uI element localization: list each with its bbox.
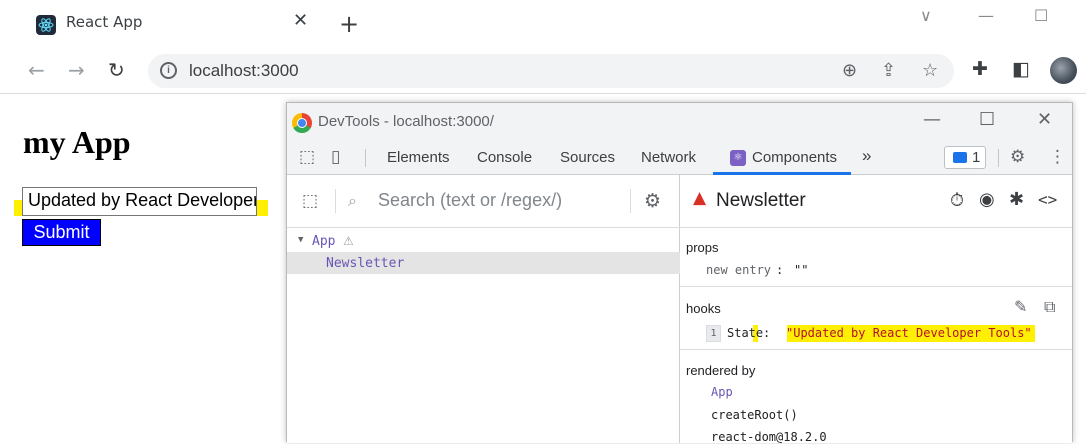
tab-console[interactable]: Console — [477, 149, 532, 166]
more-tabs-icon[interactable]: » — [862, 146, 871, 166]
tree-item-label: App — [312, 234, 336, 249]
tab-search-icon[interactable]: ∨ — [920, 6, 932, 25]
rendered-by-root: createRoot() — [711, 408, 798, 422]
share-icon[interactable]: ⇪ — [881, 60, 896, 81]
devtools-maximize-icon[interactable]: ☐ — [979, 109, 995, 130]
rendered-by-react-dom: react-dom@18.2.0 — [711, 430, 827, 444]
selected-component-name: Newsletter — [716, 190, 806, 211]
tree-search-input[interactable]: Search (text or /regex/) — [378, 190, 562, 211]
issues-count: 1 — [972, 149, 981, 166]
tree-settings-icon[interactable]: ⚙ — [644, 190, 661, 212]
address-bar[interactable]: i localhost:3000 ⊕ ⇪ ☆ — [148, 54, 954, 88]
issues-counter-button[interactable]: 1 — [944, 146, 986, 169]
inspector-header: ▲ Newsletter ⏱ ◉ ✱ <> — [680, 175, 1072, 228]
devtools-titlebar: DevTools - localhost:3000/ — ☐ ✕ — [287, 103, 1072, 141]
maximize-icon[interactable]: ☐ — [1034, 6, 1048, 25]
forward-icon[interactable]: → — [68, 58, 85, 82]
devtools-settings-icon[interactable]: ⚙ — [1010, 147, 1025, 167]
hooks-title: hooks — [686, 301, 721, 316]
back-icon[interactable]: ← — [28, 58, 45, 82]
bookmark-star-icon[interactable]: ☆ — [922, 60, 938, 81]
components-react-icon: ⚛ — [730, 150, 746, 166]
devtools-minimize-icon[interactable]: — — [923, 109, 941, 130]
props-title: props — [686, 240, 719, 255]
page-title: my App — [23, 124, 131, 160]
component-inspector-pane: ▲ Newsletter ⏱ ◉ ✱ <> props new entry : … — [680, 175, 1072, 444]
toolbar-divider — [365, 149, 366, 167]
view-source-icon[interactable]: <> — [1038, 190, 1057, 209]
tab-elements[interactable]: Elements — [387, 149, 450, 166]
zoom-icon[interactable]: ⊕ — [842, 60, 857, 81]
prop-colon: : — [776, 263, 784, 277]
new-tab-button[interactable]: + — [339, 12, 359, 36]
inspect-dom-eye-icon[interactable]: ◉ — [979, 189, 995, 210]
hooks-section: hooks ✎ ⧉ 1 State : "Updated by React De… — [680, 287, 1072, 350]
parse-hooks-wand-icon[interactable]: ✎ — [1014, 297, 1027, 316]
tab-sources[interactable]: Sources — [560, 149, 615, 166]
suspend-timer-icon[interactable]: ⏱ — [950, 190, 964, 211]
prop-key: new entry — [706, 263, 772, 277]
devtools-window: DevTools - localhost:3000/ — ☐ ✕ ⬚ ▯ Ele… — [286, 102, 1073, 444]
tree-item-newsletter[interactable]: Newsletter — [287, 252, 680, 274]
side-panel-icon[interactable]: ◧ — [1012, 58, 1030, 80]
component-tree-pane: ⬚ ⌕ Search (text or /regex/) ⚙ ▼ App ⚠ N… — [287, 175, 680, 443]
tree-search-bar: ⬚ ⌕ Search (text or /regex/) ⚙ — [287, 175, 680, 228]
browser-tab-react-app[interactable]: React App ✕ — [14, 6, 322, 49]
device-toolbar-icon[interactable]: ▯ — [331, 147, 340, 167]
devtools-toolbar: ⬚ ▯ Elements Console Sources Network ⚛ C… — [287, 141, 1072, 175]
more-options-icon[interactable]: ⋮ — [1049, 147, 1066, 167]
submit-button[interactable]: Submit — [22, 219, 101, 246]
profile-avatar[interactable] — [1050, 57, 1077, 84]
hook-index-badge: 1 — [706, 325, 721, 342]
tab-strip: React App ✕ + ∨ — ☐ — [0, 0, 1086, 49]
react-favicon-icon — [36, 15, 56, 35]
tree-item-label: Newsletter — [326, 256, 405, 271]
toolbar: ← → ↻ i localhost:3000 ⊕ ⇪ ☆ ✚ ◧ — [0, 48, 1086, 94]
extensions-puzzle-icon[interactable]: ✚ — [972, 58, 988, 80]
rendered-by-title: rendered by — [686, 363, 756, 378]
hook-colon: : — [763, 326, 771, 340]
tab-components[interactable]: Components — [752, 149, 837, 166]
warning-icon: ⚠ — [343, 234, 354, 248]
copy-icon[interactable]: ⧉ — [1044, 297, 1055, 317]
rendered-by-section: rendered by App createRoot() react-dom@1… — [680, 350, 1072, 444]
error-warning-icon: ▲ — [693, 188, 707, 208]
inspect-element-icon[interactable]: ⬚ — [299, 147, 315, 167]
toolbar-divider — [998, 149, 999, 167]
chrome-logo-icon — [292, 113, 312, 133]
search-icon: ⌕ — [348, 191, 357, 210]
log-bug-icon[interactable]: ✱ — [1009, 189, 1024, 210]
devtools-title: DevTools - localhost:3000/ — [318, 113, 494, 130]
rendered-by-app-link[interactable]: App — [711, 385, 733, 399]
issues-message-icon — [953, 152, 967, 163]
expand-arrow-icon[interactable]: ▼ — [298, 235, 303, 245]
search-divider — [335, 189, 336, 213]
tab-title: React App — [66, 13, 143, 31]
entry-input[interactable]: Updated by React Developer Tools — [22, 187, 257, 216]
url-text[interactable]: localhost:3000 — [189, 61, 299, 81]
reload-icon[interactable]: ↻ — [108, 58, 125, 82]
tab-close-icon[interactable]: ✕ — [293, 10, 308, 31]
site-info-icon[interactable]: i — [160, 62, 177, 79]
props-section: props new entry : "" — [680, 228, 1072, 287]
tree-item-app[interactable]: ▼ App ⚠ — [287, 232, 680, 252]
search-divider — [630, 189, 631, 213]
hook-name: State — [727, 326, 764, 340]
minimize-icon[interactable]: — — [978, 6, 994, 25]
prop-value[interactable]: "" — [794, 263, 808, 277]
tab-network[interactable]: Network — [641, 149, 696, 166]
devtools-close-icon[interactable]: ✕ — [1037, 109, 1052, 130]
select-component-icon[interactable]: ⬚ — [302, 191, 318, 211]
hook-value[interactable]: "Updated by React Developer Tools" — [786, 326, 1032, 340]
